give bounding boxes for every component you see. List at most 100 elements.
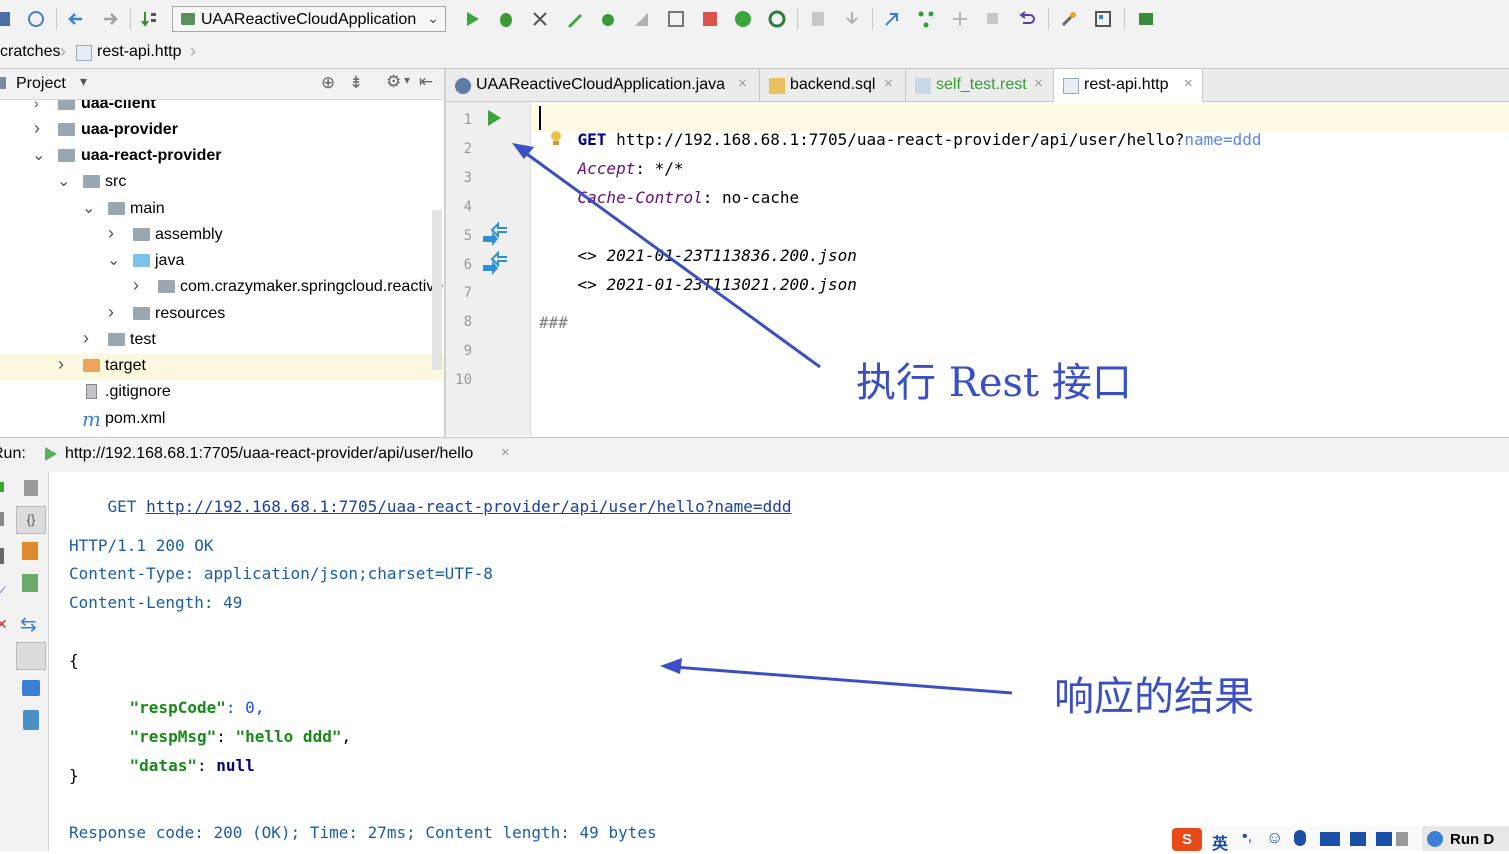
stop-icon[interactable] bbox=[700, 9, 720, 29]
save-icon[interactable] bbox=[0, 9, 14, 29]
collapse-all-icon[interactable]: ⇟ bbox=[349, 73, 363, 93]
chevron-down-icon[interactable]: ⌄ bbox=[107, 250, 120, 270]
close-icon[interactable]: × bbox=[1034, 75, 1043, 92]
refresh-icon[interactable] bbox=[767, 9, 787, 29]
sync-icon[interactable] bbox=[26, 9, 46, 29]
tree-item-src[interactable]: ⌄ src bbox=[0, 170, 444, 196]
rerun-icon[interactable] bbox=[666, 9, 686, 29]
tab-rest-api-http[interactable]: rest-api.http × bbox=[1054, 69, 1203, 102]
chevron-down-icon[interactable]: ⌄ bbox=[57, 171, 70, 191]
headers-view-icon[interactable] bbox=[22, 574, 38, 592]
chevron-down-icon[interactable]: ⌄ bbox=[32, 145, 45, 165]
tree-item-target[interactable]: › target bbox=[0, 354, 444, 380]
close-icon[interactable]: × bbox=[1184, 75, 1193, 92]
update-icon[interactable] bbox=[733, 9, 753, 29]
back-arrow-icon[interactable] bbox=[66, 9, 86, 29]
pin-icon[interactable]: ⟋ bbox=[0, 584, 6, 601]
chevron-down-icon[interactable]: ▾ bbox=[80, 73, 87, 90]
profile-icon[interactable] bbox=[632, 9, 652, 29]
breadcrumb-file[interactable]: rest-api.http bbox=[97, 43, 181, 61]
run-config-select[interactable]: UAAReactiveCloudApplication ⌄ bbox=[172, 6, 446, 32]
menu-icon[interactable] bbox=[1396, 832, 1408, 846]
tree-item-java[interactable]: ⌄ java bbox=[0, 249, 444, 275]
close-icon[interactable]: × bbox=[738, 75, 747, 92]
project-title[interactable]: Project bbox=[16, 75, 66, 93]
close-icon[interactable]: ✕ bbox=[0, 616, 8, 633]
run-icon[interactable] bbox=[462, 9, 482, 29]
swap-icon[interactable]: ⇆ bbox=[20, 612, 37, 637]
gear-icon[interactable]: ⚙ bbox=[386, 72, 401, 92]
json-brace-close: } bbox=[69, 766, 79, 785]
close-icon[interactable]: × bbox=[501, 444, 510, 461]
tree-item-test[interactable]: › test bbox=[0, 328, 444, 354]
chevron-right-icon[interactable]: › bbox=[34, 118, 40, 139]
build-icon[interactable] bbox=[140, 9, 160, 29]
tree-item-uaa-client[interactable]: › uaa-client bbox=[0, 100, 444, 118]
scrollbar[interactable] bbox=[432, 210, 442, 370]
plugin-icon[interactable] bbox=[1136, 9, 1156, 29]
tree-item-uaa-react-provider[interactable]: ⌄ uaa-react-provider bbox=[0, 144, 444, 170]
run-tab-url[interactable]: http://192.168.68.1:7705/uaa-react-provi… bbox=[65, 445, 473, 463]
tab-uaa-java[interactable]: UAAReactiveCloudApplication.java × bbox=[446, 69, 760, 101]
toolbox-icon[interactable] bbox=[1376, 832, 1392, 846]
settings-wrench-icon[interactable] bbox=[1059, 9, 1079, 29]
git-merge-icon[interactable] bbox=[950, 9, 970, 29]
scroll-to-end-icon[interactable] bbox=[16, 642, 46, 670]
tree-item-gitignore[interactable]: .gitignore bbox=[0, 380, 444, 406]
sogou-logo-icon[interactable]: S bbox=[1172, 828, 1202, 851]
response-content-type: Content-Type: application/json;charset=U… bbox=[69, 564, 493, 583]
run-request-icon[interactable] bbox=[486, 109, 502, 127]
tree-item-pom[interactable]: m pom.xml bbox=[0, 407, 444, 433]
req-url-link[interactable]: http://192.168.68.1:7705/uaa-react-provi… bbox=[146, 497, 791, 516]
coverage-icon[interactable] bbox=[530, 9, 550, 29]
project-structure-icon[interactable] bbox=[1093, 9, 1113, 29]
git-branch-icon[interactable] bbox=[916, 9, 936, 29]
close-icon[interactable]: × bbox=[884, 75, 893, 92]
breadcrumb-scratches[interactable]: cratches bbox=[0, 43, 60, 61]
rerun-icon[interactable] bbox=[0, 482, 4, 492]
chevron-right-icon[interactable]: › bbox=[108, 302, 114, 323]
file-icon[interactable] bbox=[24, 480, 38, 496]
tree-item-resources[interactable]: › resources bbox=[0, 302, 444, 328]
req-method: GET bbox=[107, 497, 147, 516]
chevron-right-icon[interactable]: › bbox=[58, 354, 64, 375]
chevron-right-icon[interactable]: › bbox=[133, 275, 139, 296]
layout-icon[interactable] bbox=[0, 548, 4, 564]
tree-item-uaa-provider[interactable]: › uaa-provider bbox=[0, 118, 444, 144]
hide-panel-icon[interactable]: ⇤ bbox=[419, 72, 433, 92]
chevron-down-icon[interactable]: ⌄ bbox=[82, 198, 95, 218]
run-dashboard-label: Run D bbox=[1450, 831, 1495, 848]
chevron-right-icon[interactable]: › bbox=[83, 328, 89, 349]
tab-backend-sql[interactable]: backend.sql × bbox=[760, 69, 906, 101]
tree-item-main[interactable]: ⌄ main bbox=[0, 197, 444, 223]
mic-icon[interactable] bbox=[1294, 830, 1306, 846]
stop-icon[interactable] bbox=[0, 512, 4, 526]
git-history-icon[interactable] bbox=[984, 9, 1004, 29]
run-dashboard-tab[interactable]: Run D bbox=[1422, 826, 1509, 851]
chevron-right-icon[interactable]: › bbox=[34, 100, 39, 111]
locate-icon[interactable]: ⊕ bbox=[321, 73, 335, 93]
skin-icon[interactable] bbox=[1350, 832, 1366, 846]
tab-self-test-rest[interactable]: self_test.rest × bbox=[906, 69, 1054, 101]
debug-icon[interactable] bbox=[496, 9, 516, 29]
tab-label: self_test.rest bbox=[936, 76, 1027, 93]
download-icon[interactable] bbox=[842, 9, 862, 29]
jrebel-run-icon[interactable] bbox=[565, 9, 585, 29]
emoji-icon[interactable]: ☺ bbox=[1266, 828, 1283, 848]
undo-icon[interactable] bbox=[1017, 9, 1037, 29]
vcs-icon[interactable] bbox=[808, 9, 828, 29]
punctuation-icon[interactable]: •, bbox=[1242, 828, 1252, 846]
trash-icon[interactable] bbox=[23, 710, 39, 730]
ime-lang[interactable]: 英 bbox=[1212, 830, 1228, 854]
tree-item-package[interactable]: › com.crazymaker.springcloud.reactive bbox=[0, 275, 444, 301]
chevron-down-icon[interactable]: ▾ bbox=[404, 73, 410, 87]
json-view-icon[interactable]: {} bbox=[16, 506, 46, 534]
jrebel-debug-icon[interactable] bbox=[598, 9, 618, 29]
forward-arrow-icon[interactable] bbox=[100, 9, 120, 29]
print-icon[interactable] bbox=[22, 680, 40, 696]
chevron-right-icon[interactable]: › bbox=[108, 223, 114, 244]
keyboard-icon[interactable] bbox=[1320, 832, 1340, 846]
git-fetch-icon[interactable] bbox=[882, 9, 902, 29]
tree-item-assembly[interactable]: › assembly bbox=[0, 223, 444, 249]
html-view-icon[interactable] bbox=[22, 542, 38, 560]
